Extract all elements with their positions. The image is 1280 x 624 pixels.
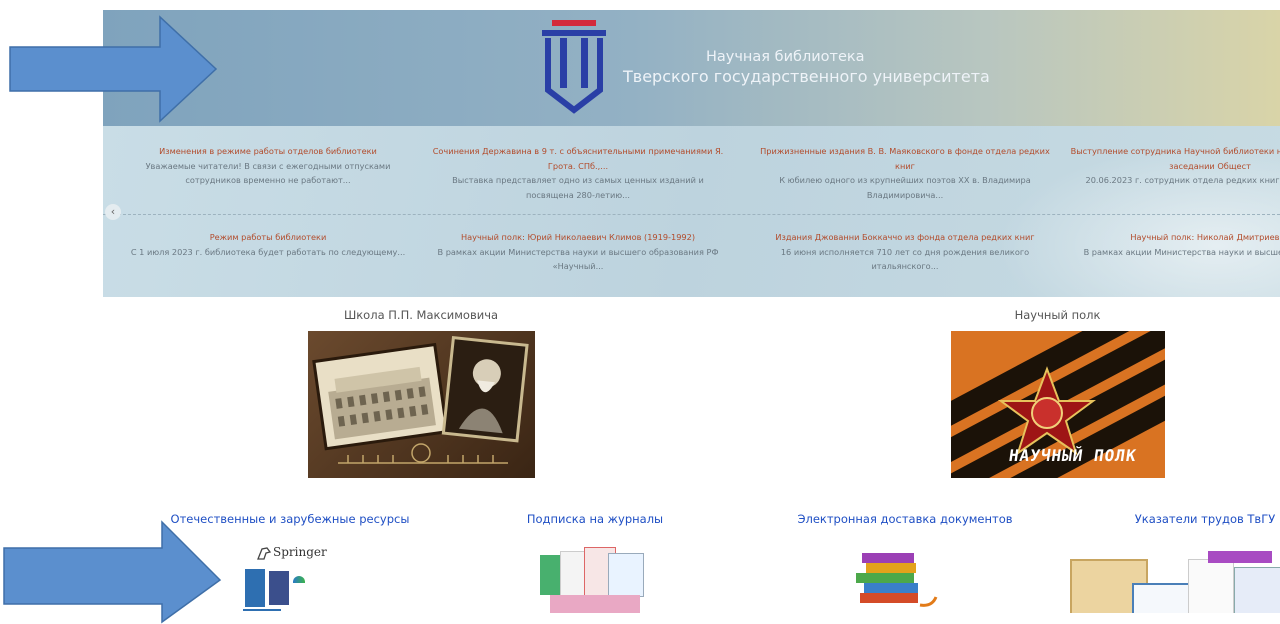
- news-item[interactable]: Выступление сотрудника Научной библиотек…: [1060, 144, 1280, 188]
- springer-logo-text: Springer: [273, 545, 327, 559]
- news-item-text: К юбилею одного из крупнейших поэтов XX …: [779, 175, 1031, 200]
- news-item-title[interactable]: Выступление сотрудника Научной библиотек…: [1060, 144, 1280, 173]
- library-title-line1: Научная библиотека: [706, 49, 865, 65]
- university-logo[interactable]: [538, 18, 610, 114]
- database-logo-icon: [293, 576, 305, 583]
- databases-thumbnail[interactable]: Springer: [243, 543, 338, 613]
- news-item[interactable]: Научный полк: Юрий Николаевич Климов (19…: [428, 230, 728, 274]
- school-collage-icon: [312, 335, 529, 464]
- news-item-title[interactable]: Научный полк: Николай Дмитриевич: [1060, 230, 1280, 245]
- arrow-right-icon: [9, 15, 218, 123]
- news-item-text: 20.06.2023 г. сотрудник отдела редких кн…: [1085, 175, 1280, 185]
- springer-horse-icon: [257, 547, 272, 560]
- elibrary-logo-icon: [269, 571, 289, 605]
- news-item[interactable]: Режим работы библиотеки С 1 июля 2023 г.…: [118, 230, 418, 259]
- news-item-title[interactable]: Издания Джованни Боккаччо из фонда отдел…: [755, 230, 1055, 245]
- library-title-line2: Тверского государственного университета: [623, 67, 990, 86]
- news-divider: [103, 214, 1280, 215]
- resource-link-journals[interactable]: Подписка на журналы: [510, 512, 680, 526]
- arrow-right-icon: [3, 520, 222, 624]
- news-carousel: ‹ Изменения в режиме работы отделов библ…: [103, 126, 1280, 297]
- regiment-banner-image[interactable]: НАУЧНЫЙ ПОЛК: [951, 331, 1165, 478]
- news-item-text: 16 июня исполняется 710 лет со дня рожде…: [780, 246, 1030, 272]
- indexes-thumbnail[interactable]: [1058, 545, 1280, 613]
- school-section-title[interactable]: Школа П.П. Максимовича: [300, 308, 542, 322]
- books-stack-icon: [856, 553, 938, 607]
- news-item-text: Уважаемые читатели! В связи с ежегодными…: [145, 160, 391, 186]
- news-item[interactable]: Прижизненные издания В. В. Маяковского в…: [755, 144, 1055, 202]
- library-title[interactable]: Научная библиотека Тверского государстве…: [623, 47, 990, 87]
- database-cover-icon: [245, 569, 265, 607]
- news-item-title[interactable]: Режим работы библиотеки: [118, 230, 418, 245]
- resource-link-tvgu-indexes[interactable]: Указатели трудов ТвГУ: [1130, 512, 1280, 526]
- journals-thumbnail[interactable]: [540, 545, 648, 613]
- site-header: Научная библиотека Тверского государстве…: [103, 10, 1280, 126]
- news-item[interactable]: Научный полк: Николай Дмитриевич В рамка…: [1060, 230, 1280, 259]
- books-thumbnail[interactable]: [850, 547, 940, 613]
- news-item-text: В рамках акции Министерства науки и высш…: [1083, 246, 1280, 257]
- regiment-banner-text: НАУЧНЫЙ ПОЛК: [1007, 446, 1138, 465]
- news-item-text: В рамках акции Министерства науки и высш…: [437, 246, 719, 272]
- school-banner-image[interactable]: [308, 331, 535, 478]
- news-item[interactable]: Сочинения Державина в 9 т. с объяснитель…: [428, 144, 728, 202]
- carousel-prev-button[interactable]: ‹: [105, 204, 121, 220]
- news-item[interactable]: Издания Джованни Боккаччо из фонда отдел…: [755, 230, 1055, 274]
- news-item[interactable]: Изменения в режиме работы отделов библио…: [118, 144, 418, 188]
- news-item-text: С 1 июля 2023 г. библиотека будет работа…: [130, 246, 406, 257]
- resource-link-document-delivery[interactable]: Электронная доставка документов: [790, 512, 1020, 526]
- regiment-section-title[interactable]: Научный полк: [940, 308, 1175, 322]
- news-item-title[interactable]: Изменения в режиме работы отделов библио…: [118, 144, 418, 159]
- news-item-text: Выставка представляет одно из самых ценн…: [452, 175, 704, 200]
- news-item-title[interactable]: Научный полк: Юрий Николаевич Климов (19…: [428, 230, 728, 245]
- news-item-title[interactable]: Прижизненные издания В. В. Маяковского в…: [755, 144, 1055, 173]
- news-item-title[interactable]: Сочинения Державина в 9 т. с объяснитель…: [428, 144, 728, 173]
